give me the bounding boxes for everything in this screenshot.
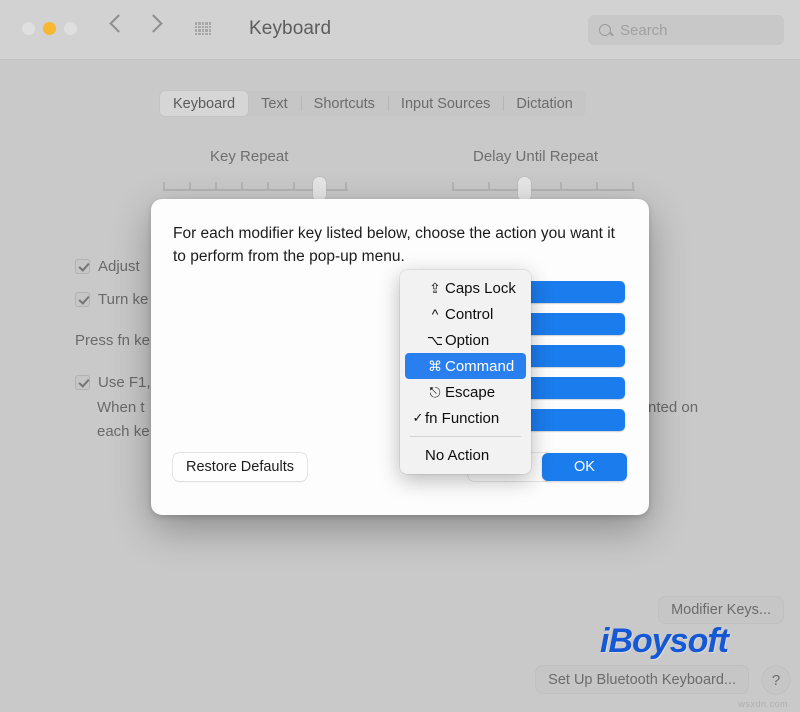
f-keys-note-right-fragment: nted on (648, 399, 699, 416)
option-label-turn-keyboard-backlight: Turn ke (98, 291, 149, 308)
control-icon: ^ (431, 306, 439, 322)
slider-tick (488, 182, 490, 191)
forward-icon (144, 14, 163, 33)
menu-item-command[interactable]: ⌘ Command (405, 353, 526, 379)
window-titlebar: Keyboard Search (0, 0, 800, 60)
option-label-adjust-brightness: Adjust (98, 258, 140, 275)
press-fn-description: Press fn ke (75, 332, 151, 349)
escape-icon: ⎋ (429, 383, 441, 400)
tab-input-sources[interactable]: Input Sources (387, 91, 503, 116)
menu-label-no-action: No Action (425, 446, 490, 464)
help-button[interactable]: ? (762, 666, 790, 694)
zoom-button[interactable] (64, 22, 77, 35)
menu-label-caps-lock: Caps Lock (445, 279, 516, 297)
menu-item-no-action[interactable]: No Action (405, 442, 526, 468)
tab-shortcuts[interactable]: Shortcuts (300, 91, 388, 116)
delay-until-repeat-slider-knob[interactable] (518, 177, 531, 201)
menu-separator (410, 436, 521, 437)
menu-label-command: Command (445, 357, 515, 375)
checkbox-use-f-keys[interactable] (75, 375, 90, 390)
forward-button[interactable] (144, 14, 163, 33)
restore-defaults-button[interactable]: Restore Defaults (173, 453, 307, 481)
command-icon: ⌘ (428, 357, 442, 374)
search-field[interactable]: Search (588, 15, 784, 45)
preference-tabs: Keyboard Text Shortcuts Input Sources Di… (160, 91, 586, 116)
slider-tick (452, 182, 454, 191)
f-keys-note-line1: When t (97, 399, 145, 416)
menu-label-control: Control (445, 305, 494, 323)
ok-button[interactable]: OK (542, 453, 627, 481)
search-placeholder: Search (620, 21, 668, 39)
slider-tick (189, 182, 191, 191)
tab-dictation[interactable]: Dictation (503, 91, 585, 116)
search-icon (599, 24, 611, 36)
option-row-use-f-keys[interactable]: Use F1, (75, 374, 151, 391)
slider-tick (293, 182, 295, 191)
back-icon (109, 14, 128, 33)
slider-tick (267, 182, 269, 191)
close-button[interactable] (22, 22, 35, 35)
menu-label-escape: Escape (445, 383, 496, 401)
back-button[interactable] (109, 14, 128, 33)
checkmark-icon: ✓ (412, 410, 424, 425)
menu-label-option: Option (445, 331, 490, 349)
traffic-lights (22, 22, 77, 35)
delay-until-repeat-slider[interactable] (452, 177, 635, 201)
menu-label-fn-function: fn Function (425, 409, 500, 427)
tab-keyboard[interactable]: Keyboard (160, 91, 249, 116)
dialog-instructions: For each modifier key listed below, choo… (173, 225, 615, 265)
footer-watermark: wsxdn.com (738, 699, 788, 709)
slider-tick (560, 182, 562, 191)
modifier-keys-button[interactable]: Modifier Keys... (659, 597, 783, 623)
delay-until-repeat-label: Delay Until Repeat (473, 148, 599, 165)
slider-tick (215, 182, 217, 191)
menu-item-control[interactable]: ^ Control (405, 301, 526, 327)
tab-text[interactable]: Text (248, 91, 301, 116)
menu-item-escape[interactable]: ⎋ Escape (405, 379, 526, 405)
setup-bluetooth-keyboard-button[interactable]: Set Up Bluetooth Keyboard... (536, 666, 748, 693)
keyboard-preferences-window: Keyboard Search Keyboard Text Shortcuts … (0, 0, 800, 712)
menu-item-caps-lock[interactable]: ⇪ Caps Lock (405, 275, 526, 301)
option-label-use-f-keys: Use F1, (98, 374, 151, 391)
slider-tick (345, 182, 347, 191)
menu-item-option[interactable]: ⌥ Option (405, 327, 526, 353)
minimize-button[interactable] (43, 22, 56, 35)
option-row-adjust-brightness[interactable]: Adjust (75, 258, 140, 275)
iboysoft-watermark: iBoysoft (600, 622, 729, 660)
page-title: Keyboard (249, 18, 332, 39)
f-keys-note-line2: each ke (97, 423, 150, 440)
slider-tick (241, 182, 243, 191)
checkbox-turn-keyboard-backlight[interactable] (75, 292, 90, 307)
caps-lock-icon: ⇪ (429, 279, 441, 296)
modifier-action-dropdown-menu: ⇪ Caps Lock ^ Control ⌥ Option ⌘ Command… (400, 270, 531, 474)
key-repeat-slider-knob[interactable] (313, 177, 326, 201)
option-row-turn-keyboard-backlight[interactable]: Turn ke (75, 291, 148, 308)
checkbox-adjust-brightness[interactable] (75, 259, 90, 274)
key-repeat-slider[interactable] (163, 177, 348, 201)
menu-item-fn-function[interactable]: ✓ fn Function (405, 405, 526, 431)
navigation-arrows (109, 14, 163, 33)
slider-tick (632, 182, 634, 191)
show-all-icon[interactable] (195, 22, 211, 35)
key-repeat-label: Key Repeat (210, 148, 289, 165)
slider-track (452, 189, 635, 191)
slider-tick (163, 182, 165, 191)
option-icon: ⌥ (426, 331, 444, 348)
slider-tick (596, 182, 598, 191)
